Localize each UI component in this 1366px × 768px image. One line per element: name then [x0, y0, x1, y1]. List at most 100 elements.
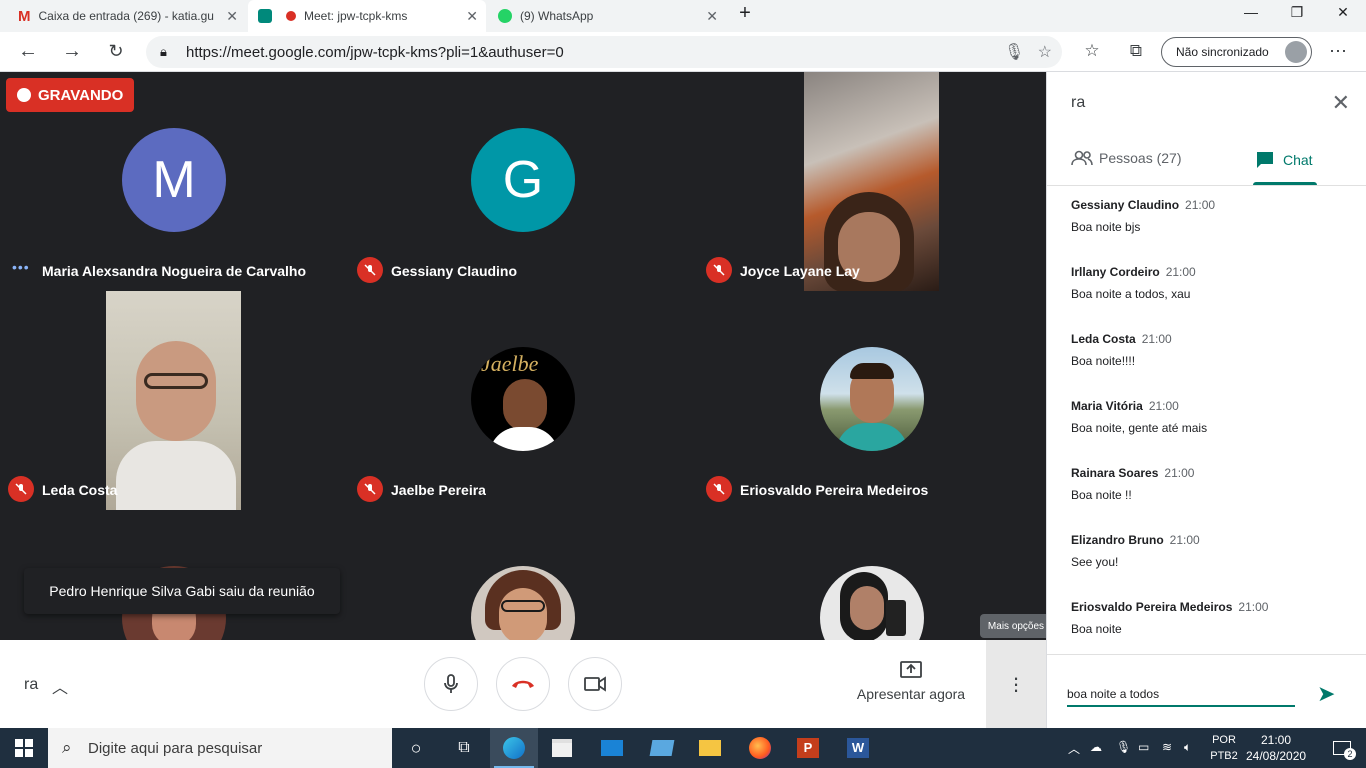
network-status-icon[interactable]: ☁: [1090, 740, 1102, 754]
favorites-icon[interactable]: ☆: [1080, 40, 1104, 62]
message-time: 21:00: [1165, 265, 1196, 279]
participant-left-toast: Pedro Henrique Silva Gabi saiu da reuniã…: [24, 568, 340, 614]
firefox-icon[interactable]: [736, 728, 784, 768]
restore-button[interactable]: ❐: [1282, 4, 1312, 21]
chat-compose: ➤: [1047, 654, 1366, 728]
store-icon[interactable]: [538, 728, 586, 768]
participant-tile[interactable]: [349, 510, 698, 640]
meet-icon: [258, 9, 272, 23]
browser-menu-icon[interactable]: ⋯: [1326, 40, 1350, 62]
tab-title: Meet: jpw-tcpk-kms: [304, 9, 408, 23]
present-now-button[interactable]: Apresentar agora: [856, 660, 966, 702]
file-explorer-icon[interactable]: [686, 728, 734, 768]
close-panel-icon[interactable]: ✕: [1332, 90, 1350, 116]
profile-sync-button[interactable]: Não sincronizado: [1161, 37, 1312, 67]
send-icon[interactable]: ➤: [1317, 681, 1335, 707]
message-time: 21:00: [1169, 533, 1200, 547]
microphone-button[interactable]: [424, 657, 478, 711]
meeting-code[interactable]: ra: [24, 676, 38, 694]
word-icon[interactable]: W: [834, 728, 882, 768]
show-hidden-icons[interactable]: ︿: [1068, 740, 1080, 757]
new-tab-button[interactable]: +: [730, 2, 760, 25]
message-sender: Irllany Cordeiro: [1071, 265, 1160, 279]
tab-whatsapp[interactable]: (9) WhatsApp ✕: [488, 0, 726, 32]
close-tab-icon[interactable]: ✕: [706, 8, 718, 25]
tab-people[interactable]: Pessoas (27): [1071, 150, 1181, 166]
powerpoint-icon[interactable]: P: [784, 728, 832, 768]
avatar: [820, 347, 924, 451]
camera-button[interactable]: [568, 657, 622, 711]
chat-message: Eriosvaldo Pereira Medeiros 21:00 Boa noi…: [1071, 598, 1268, 636]
collections-icon[interactable]: ⧉: [1124, 40, 1148, 62]
url-field[interactable]: 🔒︎ https://meet.google.com/jpw-tcpk-kms?…: [146, 36, 1062, 68]
message-text: See you!: [1071, 555, 1119, 569]
video-camera-icon: [584, 676, 606, 692]
participant-tile[interactable]: G Gessiany Claudino: [349, 72, 698, 291]
participant-tile[interactable]: Joyce Layane Lay: [698, 72, 1046, 291]
clock-date: 24/08/2020: [1246, 749, 1307, 763]
taskbar-search-box[interactable]: ⌕ Digite aqui para pesquisar: [48, 728, 392, 768]
message-text: Boa noite: [1071, 622, 1122, 636]
cortana-icon[interactable]: ○: [392, 728, 440, 768]
windows-logo-icon: [15, 739, 33, 757]
input-language[interactable]: POR PTB2: [1204, 732, 1244, 764]
tab-chat[interactable]: Chat: [1255, 150, 1313, 170]
mail-icon[interactable]: [588, 728, 636, 768]
lock-icon: 🔒︎: [160, 44, 167, 59]
participant-name: Eriosvaldo Pereira Medeiros: [740, 482, 929, 498]
participant-tile[interactable]: Leda Costa: [0, 291, 349, 510]
chat-message-input[interactable]: [1067, 683, 1295, 707]
more-options-button[interactable]: · · ·: [986, 640, 1046, 728]
leave-call-button[interactable]: [496, 657, 550, 711]
tab-gmail[interactable]: M Caixa de entrada (269) - katia.gu ✕: [8, 0, 246, 32]
windows-taskbar: ⌕ Digite aqui para pesquisar ○ ⧉ P W ︿ ☁…: [0, 728, 1366, 768]
participant-video: [804, 72, 939, 291]
minimize-button[interactable]: —: [1236, 4, 1266, 20]
people-icon: [1071, 150, 1093, 166]
speaking-indicator-icon: •••: [12, 259, 30, 275]
avatar: Jaelbe: [471, 347, 575, 451]
message-sender: Gessiany Claudino: [1071, 198, 1180, 212]
keyboard-layout: PTB2: [1210, 750, 1238, 762]
notifications-button[interactable]: 2: [1318, 728, 1366, 768]
clock-time: 21:00: [1260, 733, 1292, 747]
volume-icon[interactable]: 🔈︎: [1184, 740, 1191, 755]
notification-count: 2: [1344, 748, 1356, 760]
avatar: [820, 566, 924, 640]
task-view-icon[interactable]: ⧉: [440, 728, 488, 768]
start-button[interactable]: [0, 728, 48, 768]
desktop-app-icon[interactable]: [638, 728, 686, 768]
chat-message: Leda Costa 21:00 Boa noite!!!!: [1071, 330, 1172, 368]
message-sender: Elizandro Bruno: [1071, 533, 1164, 547]
microphone-tray-icon[interactable]: 🎙︎: [1116, 740, 1131, 754]
close-window-button[interactable]: ✕: [1328, 4, 1358, 21]
more-vertical-icon: · · ·: [1012, 665, 1020, 702]
participant-name: Gessiany Claudino: [391, 263, 518, 279]
gmail-icon: M: [18, 7, 31, 25]
close-tab-icon[interactable]: ✕: [466, 8, 478, 25]
mic-and-star-icons[interactable]: 🎙︎ ☆: [1004, 42, 1052, 62]
close-tab-icon[interactable]: ✕: [226, 8, 238, 25]
mic-off-icon: [706, 476, 732, 502]
mic-off-icon: [8, 476, 34, 502]
hang-up-icon: [512, 680, 534, 688]
participant-tile[interactable]: Eriosvaldo Pereira Medeiros: [698, 291, 1046, 510]
wifi-icon[interactable]: ≋: [1162, 740, 1172, 754]
language-code: POR: [1212, 734, 1236, 746]
reload-button[interactable]: ↻: [104, 40, 128, 62]
tab-meet[interactable]: Meet: jpw-tcpk-kms ✕: [248, 0, 486, 32]
battery-icon[interactable]: ▭: [1138, 740, 1149, 754]
participant-name: Maria Alexsandra Nogueira de Carvalho: [42, 263, 307, 279]
participant-name: Leda Costa: [42, 482, 118, 498]
people-tab-label: Pessoas (27): [1099, 150, 1182, 166]
message-time: 21:00: [1164, 466, 1195, 480]
forward-button[interactable]: →: [60, 40, 84, 62]
back-button[interactable]: ←: [16, 40, 40, 62]
edge-browser-icon[interactable]: [490, 728, 538, 768]
search-placeholder: Digite aqui para pesquisar: [88, 739, 263, 757]
chat-tab-label: Chat: [1283, 152, 1313, 168]
profile-avatar: [1285, 41, 1307, 63]
participant-tile[interactable]: Jaelbe Jaelbe Pereira: [349, 291, 698, 510]
chevron-up-icon[interactable]: ︿: [52, 674, 68, 698]
system-clock[interactable]: 21:00 24/08/2020: [1246, 732, 1306, 764]
